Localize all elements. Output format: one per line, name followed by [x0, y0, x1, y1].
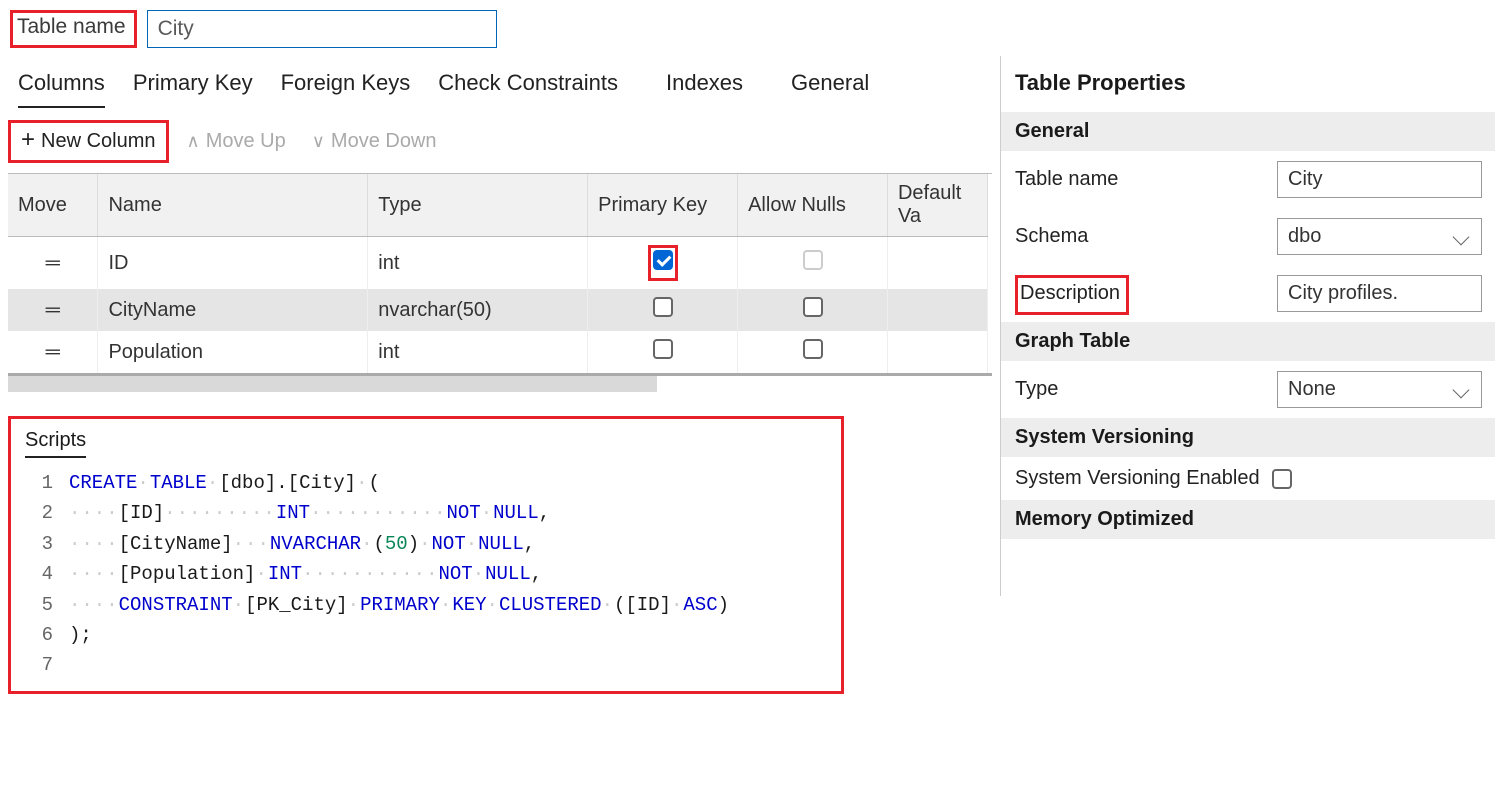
- properties-title: Table Properties: [1001, 56, 1495, 112]
- prop-table-name-label: Table name: [1015, 168, 1265, 191]
- prop-type-label: Type: [1015, 378, 1265, 401]
- nulls-checkbox[interactable]: [803, 339, 823, 359]
- chevron-down-icon: [1453, 381, 1470, 398]
- prop-type-select[interactable]: None: [1277, 371, 1482, 408]
- chevron-down-icon: [1453, 228, 1470, 245]
- move-down-label: Move Down: [331, 130, 437, 153]
- horizontal-scrollbar[interactable]: [8, 376, 992, 392]
- tab-check-constraints[interactable]: Check Constraints: [438, 70, 618, 108]
- prop-sysver-label: System Versioning Enabled: [1015, 467, 1260, 490]
- move-up-button[interactable]: Move Up: [179, 126, 294, 157]
- plus-icon: [21, 129, 35, 154]
- pk-checkbox[interactable]: [653, 339, 673, 359]
- col-header-type[interactable]: Type: [368, 174, 588, 237]
- drag-handle-icon[interactable]: ═: [8, 237, 98, 290]
- table-name-input[interactable]: City: [147, 10, 497, 48]
- nulls-checkbox[interactable]: [803, 250, 823, 270]
- script-editor[interactable]: 1CREATE·TABLE·[dbo].[City]·( 2····[ID]··…: [25, 468, 827, 681]
- columns-table: Move Name Type Primary Key Allow Nulls D…: [8, 173, 992, 376]
- table-row[interactable]: ═ CityName nvarchar(50): [8, 289, 988, 331]
- prop-table-name-input[interactable]: City: [1277, 161, 1482, 198]
- prop-schema-label: Schema: [1015, 225, 1265, 248]
- cell-type[interactable]: int: [368, 237, 588, 290]
- section-memory-optimized[interactable]: Memory Optimized: [1001, 500, 1495, 539]
- col-header-nulls[interactable]: Allow Nulls: [738, 174, 888, 237]
- new-column-button[interactable]: New Column: [8, 120, 169, 163]
- table-row[interactable]: ═ ID int: [8, 237, 988, 290]
- tab-foreign-keys[interactable]: Foreign Keys: [281, 70, 411, 108]
- tab-columns[interactable]: Columns: [18, 70, 105, 108]
- chevron-up-icon: [187, 130, 200, 153]
- prop-description-label: Description: [1015, 275, 1129, 315]
- prop-description-input[interactable]: City profiles.: [1277, 275, 1482, 312]
- scripts-title: Scripts: [25, 429, 86, 458]
- new-column-label: New Column: [41, 130, 155, 153]
- col-header-pk[interactable]: Primary Key: [588, 174, 738, 237]
- sysver-checkbox[interactable]: [1272, 469, 1292, 489]
- table-row[interactable]: ═ Population int: [8, 331, 988, 373]
- pk-checkbox[interactable]: [653, 250, 673, 270]
- cell-name[interactable]: CityName: [98, 289, 368, 331]
- tab-primary-key[interactable]: Primary Key: [133, 70, 253, 108]
- prop-schema-select[interactable]: dbo: [1277, 218, 1482, 255]
- section-graph-table[interactable]: Graph Table: [1001, 322, 1495, 361]
- drag-handle-icon[interactable]: ═: [8, 289, 98, 331]
- col-header-move[interactable]: Move: [8, 174, 98, 237]
- tab-indexes[interactable]: Indexes: [666, 70, 743, 108]
- designer-tabs: Columns Primary Key Foreign Keys Check C…: [0, 56, 1000, 108]
- move-up-label: Move Up: [206, 130, 286, 153]
- cell-type[interactable]: int: [368, 331, 588, 373]
- properties-panel: Table Properties General Table name City…: [1000, 56, 1495, 596]
- tab-general[interactable]: General: [791, 70, 869, 108]
- cell-name[interactable]: Population: [98, 331, 368, 373]
- col-header-default[interactable]: Default Va: [887, 174, 987, 237]
- chevron-down-icon: [312, 130, 325, 153]
- cell-type[interactable]: nvarchar(50): [368, 289, 588, 331]
- nulls-checkbox[interactable]: [803, 297, 823, 317]
- move-down-button[interactable]: Move Down: [304, 126, 445, 157]
- scripts-panel: Scripts 1CREATE·TABLE·[dbo].[City]·( 2··…: [8, 416, 844, 694]
- table-name-label: Table name: [10, 10, 137, 48]
- cell-name[interactable]: ID: [98, 237, 368, 290]
- section-system-versioning[interactable]: System Versioning: [1001, 418, 1495, 457]
- section-general[interactable]: General: [1001, 112, 1495, 151]
- col-header-name[interactable]: Name: [98, 174, 368, 237]
- pk-checkbox[interactable]: [653, 297, 673, 317]
- drag-handle-icon[interactable]: ═: [8, 331, 98, 373]
